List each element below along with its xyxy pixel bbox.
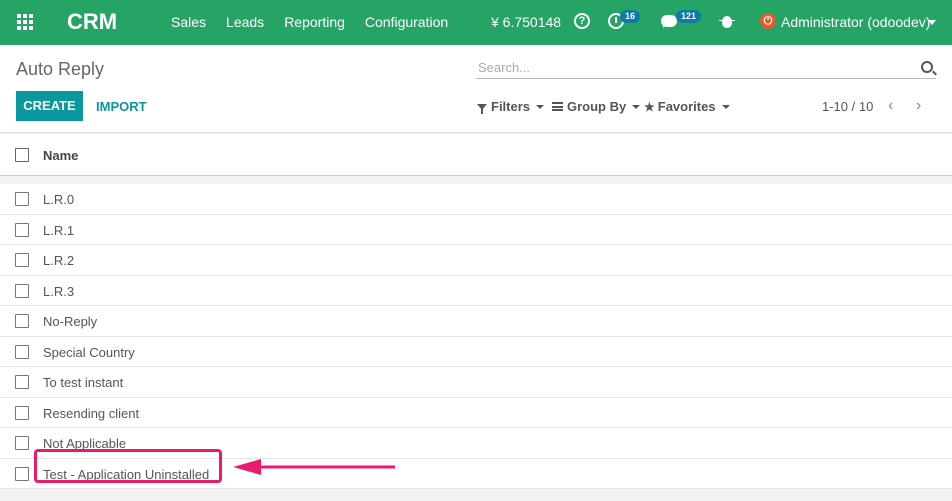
row-checkbox[interactable] — [15, 283, 29, 298]
table-row[interactable]: L.R.1 — [0, 214, 952, 245]
favorites-dropdown[interactable]: ★ Favorites — [644, 99, 730, 114]
row-name: L.R.2 — [43, 253, 75, 268]
row-checkbox[interactable] — [15, 222, 29, 237]
caret-down-icon — [632, 105, 641, 109]
table-row[interactable]: No-Reply — [0, 306, 952, 337]
table-row[interactable]: To test instant — [0, 367, 952, 398]
filters-dropdown[interactable]: Filters — [477, 99, 545, 114]
menu-item-reporting[interactable]: Reporting — [284, 14, 345, 30]
table-row[interactable]: L.R.0 — [0, 184, 952, 215]
messages-icon[interactable] — [661, 15, 677, 28]
message-count-badge: 121 — [676, 10, 702, 23]
search-icon[interactable] — [921, 61, 933, 73]
row-checkbox[interactable] — [15, 314, 29, 328]
debug-bug-icon[interactable] — [719, 16, 735, 28]
top-navbar: CRM Sales Leads Reporting Configuration … — [0, 0, 952, 45]
row-name: L.R.1 — [43, 222, 75, 238]
row-checkbox[interactable] — [15, 375, 29, 389]
pager-value[interactable]: 1-10 / 10 — [822, 99, 873, 114]
row-checkbox[interactable] — [15, 436, 29, 450]
favorites-label: Favorites — [657, 99, 716, 114]
highlight-box — [34, 449, 222, 483]
row-checkbox[interactable] — [15, 466, 29, 481]
chevron-left-icon[interactable]: ‹ — [888, 97, 893, 115]
caret-down-icon — [536, 105, 545, 109]
row-checkbox[interactable] — [15, 192, 29, 206]
row-name: L.R.0 — [43, 192, 75, 207]
activity-count-badge: 16 — [620, 10, 641, 23]
page-title: Auto Reply — [16, 59, 105, 79]
header-spacer — [0, 176, 952, 184]
user-menu[interactable]: Administrator (odoodev) — [781, 14, 930, 30]
row-checkbox[interactable] — [15, 344, 29, 359]
menu-item-configuration[interactable]: Configuration — [365, 14, 448, 30]
help-icon[interactable]: ? — [574, 13, 590, 29]
row-name: Special Country — [43, 344, 135, 360]
groupby-label: Group By — [567, 99, 627, 114]
column-header-name[interactable]: Name — [43, 148, 78, 163]
filter-icon — [477, 104, 487, 114]
row-name: Resending client — [43, 405, 140, 421]
apps-menu-icon[interactable] — [17, 14, 33, 30]
user-menu-caret-icon[interactable] — [928, 20, 936, 25]
table-row[interactable]: Special Country — [0, 336, 952, 367]
bars-icon — [552, 102, 563, 111]
table-row[interactable]: L.R.2 — [0, 245, 952, 276]
list-header: Name — [0, 134, 952, 176]
caret-down-icon — [721, 105, 730, 109]
import-button[interactable]: IMPORT — [96, 99, 147, 114]
table-row[interactable]: Resending client — [0, 397, 952, 428]
row-name: No-Reply — [43, 314, 98, 329]
balance-display[interactable]: ¥ 6.750148 — [491, 14, 561, 30]
search-input[interactable] — [476, 57, 936, 79]
app-brand[interactable]: CRM — [67, 9, 117, 35]
table-row[interactable]: L.R.3 — [0, 275, 952, 306]
select-all-checkbox[interactable] — [15, 148, 29, 162]
chevron-right-icon[interactable]: › — [916, 97, 921, 115]
main-menu: Sales Leads Reporting Configuration — [171, 14, 468, 30]
row-name: L.R.3 — [43, 283, 75, 299]
row-checkbox[interactable] — [15, 405, 29, 420]
groupby-dropdown[interactable]: Group By — [552, 99, 641, 114]
menu-item-leads[interactable]: Leads — [226, 14, 264, 30]
star-icon: ★ — [644, 100, 655, 114]
list-view: Name L.R.0 L.R.1 L.R.2 L.R.3 No-Reply Sp… — [0, 134, 952, 489]
create-button[interactable]: CREATE — [16, 91, 83, 121]
row-checkbox[interactable] — [15, 253, 29, 267]
row-name: To test instant — [43, 375, 124, 390]
power-icon[interactable]: ⏻ — [760, 13, 776, 29]
control-panel: Auto Reply CREATE IMPORT Filters Group B… — [0, 45, 952, 133]
menu-item-sales[interactable]: Sales — [171, 14, 206, 30]
filters-label: Filters — [491, 99, 531, 114]
annotation-arrow-icon — [233, 459, 395, 475]
